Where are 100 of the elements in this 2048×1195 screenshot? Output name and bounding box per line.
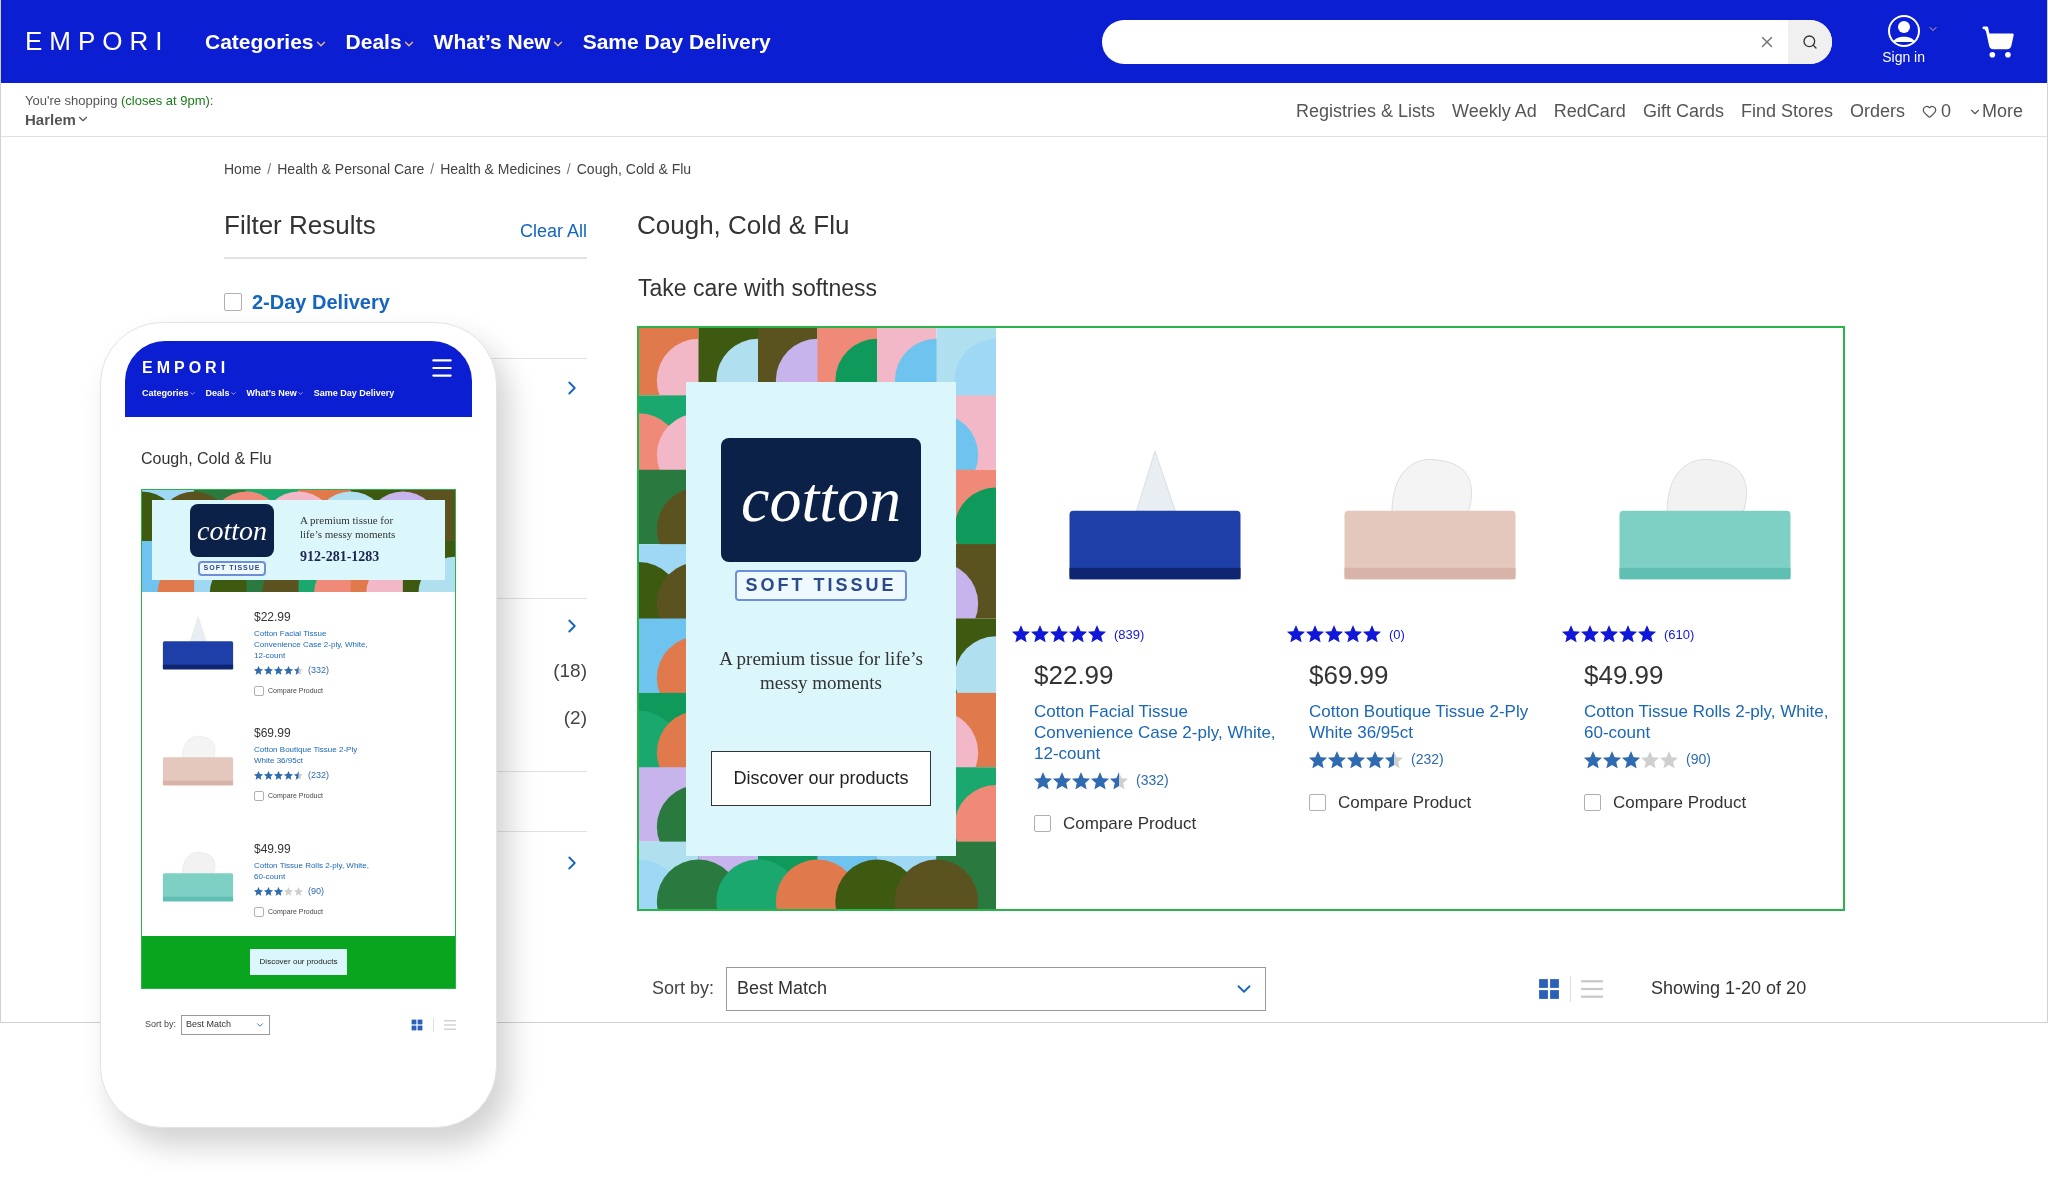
star-icon [1638, 625, 1656, 644]
utility-link[interactable]: Registries & Lists [1296, 98, 1436, 125]
star-icon [1091, 771, 1109, 790]
sort-dropdown[interactable]: Best Match [181, 1015, 270, 1035]
checkbox[interactable] [1584, 794, 1601, 812]
star-icon [254, 666, 263, 676]
star-icon [1110, 771, 1128, 790]
review-count: (0) [1389, 625, 1405, 644]
checkbox[interactable] [1309, 794, 1326, 812]
cart-icon[interactable] [1981, 24, 2015, 59]
star-icon [264, 887, 273, 897]
list-view-toggle[interactable] [1581, 977, 1604, 1000]
search-button[interactable] [1788, 19, 1833, 64]
breadcrumb-separator: / [267, 160, 272, 179]
compare-option[interactable]: Compare Product [1309, 790, 1562, 816]
store-logo[interactable]: EMPORI [25, 22, 205, 61]
star-icon [1072, 771, 1090, 790]
compare-option[interactable]: Compare Product [1034, 811, 1287, 837]
star-icon [294, 887, 303, 897]
product-price: $22.99 [1034, 659, 1115, 692]
chevron-down-icon [188, 390, 196, 398]
nav-link[interactable]: Categories [205, 25, 328, 58]
product-price: $49.99 [1584, 659, 1665, 692]
nav-link[interactable]: What’s New [433, 25, 565, 58]
page-title: Cough, Cold & Flu [637, 209, 851, 242]
star-icon [294, 666, 303, 676]
product-price: $69.99 [1309, 659, 1390, 692]
compare-option[interactable]: Compare Product [1584, 790, 1837, 816]
sort-dropdown[interactable]: Best Match [726, 966, 1267, 1011]
nav-link[interactable]: What’s New [246, 387, 304, 401]
nav-link[interactable]: Same Day Delivery [582, 25, 771, 58]
product-price: $49.99 [254, 841, 292, 858]
filter-heading: Filter Results [224, 209, 376, 242]
star-icon [254, 771, 263, 781]
star-icon [1619, 625, 1637, 644]
promo-copy: A premium tissue for life’s messy moments [718, 646, 924, 695]
breadcrumb-separator: / [566, 160, 571, 179]
store-hours-note: You're shopping (closes at 9pm): [25, 91, 214, 110]
discover-button[interactable]: Discover our products [249, 949, 348, 975]
list-view-toggle[interactable] [444, 1019, 456, 1031]
nav-link[interactable]: Deals [205, 387, 237, 401]
product-price: $22.99 [254, 609, 292, 626]
product-name-link[interactable]: Cotton Boutique Tissue 2-Ply White 36/95ct [254, 744, 374, 766]
star-icon [274, 666, 283, 676]
product-name-link[interactable]: Cotton Boutique Tissue 2-Ply White 36/95ct [1309, 701, 1554, 743]
breadcrumb-link[interactable]: Home [224, 159, 262, 180]
store-selector[interactable]: Harlem [25, 109, 214, 129]
product-name-link[interactable]: Cotton Facial Tissue Convenience Case 2-ply, White, 12-count [1034, 701, 1279, 764]
search-icon [1802, 33, 1819, 50]
store-logo[interactable]: EMPORI [142, 356, 230, 380]
star-icon [1366, 750, 1384, 769]
star-icon [1641, 750, 1659, 769]
sort-label: Sort by: [145, 1018, 176, 1032]
heart-icon [1921, 104, 1937, 119]
utility-link[interactable]: RedCard [1553, 98, 1626, 125]
breadcrumb-link[interactable]: Cough, Cold & Flu [576, 159, 692, 180]
checkbox[interactable] [1034, 815, 1051, 833]
grid-view-toggle[interactable] [411, 1019, 423, 1031]
breadcrumb-separator: / [430, 160, 435, 179]
breadcrumb-link[interactable]: Health & Medicines [440, 159, 561, 180]
nav-link[interactable]: Categories [142, 387, 196, 401]
grid-view-toggle[interactable] [1538, 977, 1561, 1000]
utility-link[interactable]: Weekly Ad [1452, 98, 1537, 125]
product-name-link[interactable]: Cotton Tissue Rolls 2-ply, White, 60-count [1584, 701, 1829, 743]
brand-logo: cotton [721, 437, 921, 562]
brand-logo: cotton [190, 504, 274, 558]
star-icon [284, 887, 293, 897]
discover-button[interactable]: Discover our products [711, 750, 931, 806]
star-icon [1034, 771, 1052, 790]
checkbox[interactable] [254, 906, 264, 917]
star-icon [1309, 750, 1327, 769]
nav-link[interactable]: Deals [345, 25, 416, 58]
utility-link[interactable]: Find Stores [1740, 98, 1833, 125]
filter-option[interactable]: 2-Day Delivery [224, 287, 390, 317]
review-count: (332) [308, 664, 329, 677]
brand-tagline: SOFT TISSUE [735, 569, 907, 601]
star-icon [274, 771, 283, 781]
chevron-down-icon [296, 390, 304, 398]
star-icon [1600, 625, 1618, 644]
utility-link[interactable]: Orders [1849, 98, 1905, 125]
star-icon [254, 887, 263, 897]
more-menu[interactable]: More [1968, 98, 2023, 125]
user-avatar-icon [1887, 15, 1920, 47]
review-count: (610) [1664, 625, 1695, 644]
product-name-link[interactable]: Cotton Facial Tissue Convenience Case 2-ply, White, 12-count [254, 628, 374, 661]
search-field[interactable] [1102, 19, 1833, 64]
checkbox[interactable] [254, 790, 264, 801]
review-count: (232) [308, 769, 329, 782]
nav-link[interactable]: Same Day Delivery [313, 387, 395, 401]
star-icon [284, 771, 293, 781]
result-count: Showing 1-20 of 20 [1651, 977, 1807, 1000]
product-name-link[interactable]: Cotton Tissue Rolls 2-ply, White, 60-count [254, 860, 374, 882]
checkbox[interactable] [224, 293, 242, 311]
sign-in-button[interactable]: Sign in [1882, 15, 1925, 68]
favorites-link[interactable]: 0 [1921, 98, 1951, 125]
checkbox[interactable] [254, 685, 264, 696]
clear-all-link[interactable]: Clear All [519, 218, 587, 245]
star-icon [1584, 750, 1602, 769]
breadcrumb-link[interactable]: Health & Personal Care [277, 159, 425, 180]
utility-link[interactable]: Gift Cards [1642, 98, 1724, 125]
